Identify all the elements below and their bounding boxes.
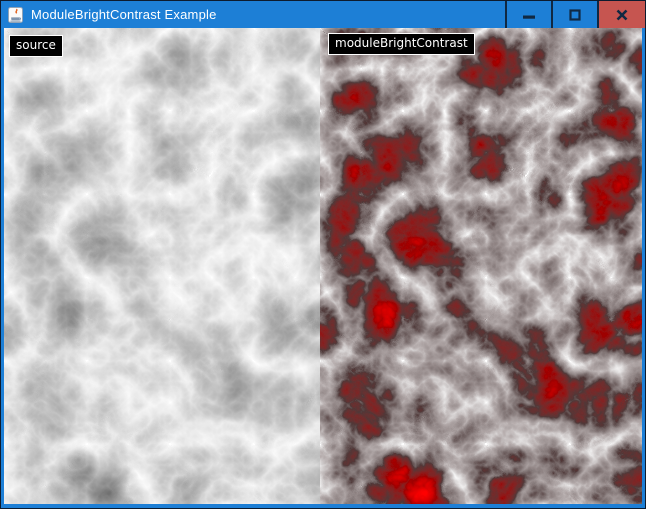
maximize-square-icon xyxy=(568,8,582,22)
close-button[interactable] xyxy=(597,1,645,28)
java-icon-graphic xyxy=(8,7,23,23)
processed-image-panel: moduleBrightContrast xyxy=(320,28,642,504)
maximize-button[interactable] xyxy=(551,1,597,28)
source-label: source xyxy=(9,35,63,57)
source-image xyxy=(4,28,320,504)
window-title: ModuleBrightContrast Example xyxy=(31,7,505,22)
image-area: source moduleBrightCont xyxy=(1,28,645,508)
titlebar[interactable]: ModuleBrightContrast Example xyxy=(1,1,645,28)
java-coffee-cup-icon[interactable] xyxy=(8,7,23,23)
processed-image xyxy=(320,28,642,504)
source-image-panel: source xyxy=(4,28,320,504)
minimize-button[interactable] xyxy=(505,1,551,28)
app-window: ModuleBrightContrast Example xyxy=(0,0,646,509)
close-x-icon xyxy=(615,8,629,22)
processed-label: moduleBrightContrast xyxy=(328,33,475,55)
minimize-dash-icon xyxy=(522,8,536,22)
window-controls xyxy=(505,1,645,28)
